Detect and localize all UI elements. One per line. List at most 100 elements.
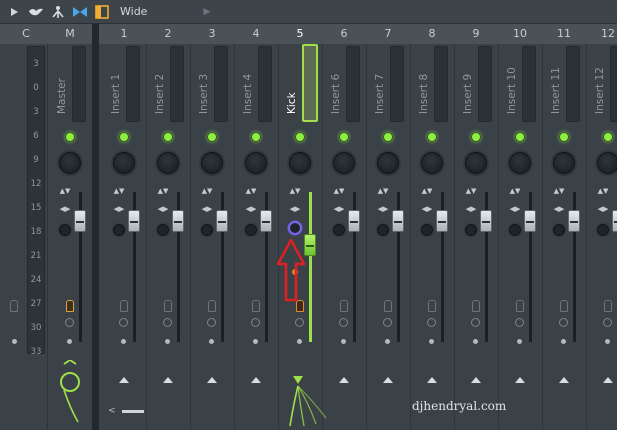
- stereo-knob[interactable]: [553, 224, 565, 236]
- stereo-knob[interactable]: [289, 222, 301, 234]
- volume-fader[interactable]: [524, 210, 536, 232]
- stereo-swap-icon[interactable]: ▲▼: [553, 188, 565, 195]
- stereo-knob[interactable]: [421, 224, 433, 236]
- pan-knob[interactable]: [509, 152, 531, 174]
- stereo-sep-icon[interactable]: ◀▶: [245, 206, 257, 213]
- route-arrow-icon[interactable]: [471, 377, 481, 383]
- strip-name[interactable]: Insert 11: [550, 67, 562, 114]
- menu-arrow-icon[interactable]: ▶: [203, 7, 210, 17]
- stereo-swap-icon[interactable]: ▲▼: [245, 188, 257, 195]
- volume-fader[interactable]: [392, 210, 404, 232]
- strip-name[interactable]: Insert 7: [374, 74, 386, 114]
- pan-knob[interactable]: [113, 152, 135, 174]
- send-dot[interactable]: [253, 339, 258, 344]
- stereo-sep-icon[interactable]: ◀▶: [421, 206, 433, 213]
- channel-number[interactable]: 9: [466, 27, 486, 40]
- stereo-swap-icon[interactable]: ▲▼: [157, 188, 169, 195]
- pan-knob[interactable]: [553, 152, 575, 174]
- pan-knob[interactable]: [157, 152, 179, 174]
- stereo-sep-icon[interactable]: ◀▶: [289, 206, 301, 213]
- send-dot[interactable]: [12, 339, 17, 344]
- stereo-sep-icon[interactable]: ◀▶: [509, 206, 521, 213]
- route-arrow-icon[interactable]: [559, 377, 569, 383]
- clock-icon[interactable]: [427, 318, 436, 327]
- channel-number[interactable]: 3: [202, 27, 222, 40]
- channel-number[interactable]: 10: [510, 27, 530, 40]
- stereo-knob[interactable]: [157, 224, 169, 236]
- stereo-sep-icon[interactable]: ◀▶: [59, 206, 71, 213]
- stereo-sep-icon[interactable]: ◀▶: [113, 206, 125, 213]
- stereo-sep-icon[interactable]: ◀▶: [377, 206, 389, 213]
- route-arrow-icon[interactable]: [427, 377, 437, 383]
- stereo-swap-icon[interactable]: ▲▼: [59, 188, 71, 195]
- route-arrow-icon[interactable]: [339, 377, 349, 383]
- clock-icon[interactable]: [603, 318, 612, 327]
- volume-fader[interactable]: [128, 210, 140, 232]
- volume-fader[interactable]: [480, 210, 492, 232]
- channel-number[interactable]: 6: [334, 27, 354, 40]
- stereo-knob[interactable]: [509, 224, 521, 236]
- channel-number[interactable]: 8: [422, 27, 442, 40]
- stereo-sep-icon[interactable]: ◀▶: [465, 206, 477, 213]
- clock-icon[interactable]: [383, 318, 392, 327]
- play-arrow-icon[interactable]: [6, 4, 22, 20]
- stereo-swap-icon[interactable]: ▲▼: [113, 188, 125, 195]
- pan-knob[interactable]: [245, 152, 267, 174]
- send-dot[interactable]: [517, 339, 522, 344]
- route-arrow-icon[interactable]: [515, 377, 525, 383]
- stereo-swap-icon[interactable]: ▲▼: [201, 188, 213, 195]
- route-arrow-icon[interactable]: [383, 377, 393, 383]
- clock-icon[interactable]: [515, 318, 524, 327]
- mute-led[interactable]: [383, 132, 393, 142]
- mute-led[interactable]: [339, 132, 349, 142]
- stereo-swap-icon[interactable]: ▲▼: [421, 188, 433, 195]
- route-arrow-icon[interactable]: [251, 377, 261, 383]
- stereo-sep-icon[interactable]: ◀▶: [157, 206, 169, 213]
- stereo-swap-icon[interactable]: ▲▼: [333, 188, 345, 195]
- scroll-left-icon[interactable]: <: [108, 406, 116, 416]
- pan-knob[interactable]: [421, 152, 443, 174]
- send-dot[interactable]: [605, 339, 610, 344]
- channel-number[interactable]: 5: [290, 27, 310, 40]
- clock-icon[interactable]: [207, 318, 216, 327]
- strip-name[interactable]: Insert 2: [154, 74, 166, 114]
- channel-number[interactable]: 2: [158, 27, 178, 40]
- channel-number[interactable]: 4: [246, 27, 266, 40]
- horizontal-scrollbar[interactable]: [122, 410, 144, 413]
- strip-name[interactable]: Insert 12: [594, 67, 606, 114]
- pan-knob[interactable]: [597, 152, 617, 174]
- channel-number[interactable]: 12: [598, 27, 617, 40]
- volume-fader[interactable]: [568, 210, 580, 232]
- send-dot[interactable]: [341, 339, 346, 344]
- stereo-sep-icon[interactable]: ◀▶: [597, 206, 609, 213]
- pan-knob[interactable]: [201, 152, 223, 174]
- window-icon[interactable]: [94, 4, 110, 20]
- volume-fader[interactable]: [260, 210, 272, 232]
- volume-fader[interactable]: [348, 210, 360, 232]
- mute-led[interactable]: [207, 132, 217, 142]
- pan-knob[interactable]: [465, 152, 487, 174]
- send-dot[interactable]: [165, 339, 170, 344]
- stereo-knob[interactable]: [377, 224, 389, 236]
- volume-fader[interactable]: [612, 210, 617, 232]
- stereo-sep-icon[interactable]: ◀▶: [333, 206, 345, 213]
- route-arrow-icon[interactable]: [207, 377, 217, 383]
- send-dot[interactable]: [121, 339, 126, 344]
- clock-icon[interactable]: [295, 318, 304, 327]
- person-up-icon[interactable]: [50, 4, 66, 20]
- strip-name[interactable]: Insert 9: [462, 74, 474, 114]
- mute-led[interactable]: [515, 132, 525, 142]
- clock-icon[interactable]: [471, 318, 480, 327]
- send-dot[interactable]: [561, 339, 566, 344]
- clock-icon[interactable]: [339, 318, 348, 327]
- strip-name[interactable]: Insert 4: [242, 74, 254, 114]
- stereo-sep-icon[interactable]: ◀▶: [553, 206, 565, 213]
- route-arrow-icon[interactable]: [119, 377, 129, 383]
- strip-name[interactable]: Master: [56, 78, 68, 114]
- mute-led[interactable]: [471, 132, 481, 142]
- stereo-knob[interactable]: [201, 224, 213, 236]
- mute-led[interactable]: [603, 132, 613, 142]
- send-dot[interactable]: [429, 339, 434, 344]
- stereo-swap-icon[interactable]: ▲▼: [509, 188, 521, 195]
- mute-led[interactable]: [163, 132, 173, 142]
